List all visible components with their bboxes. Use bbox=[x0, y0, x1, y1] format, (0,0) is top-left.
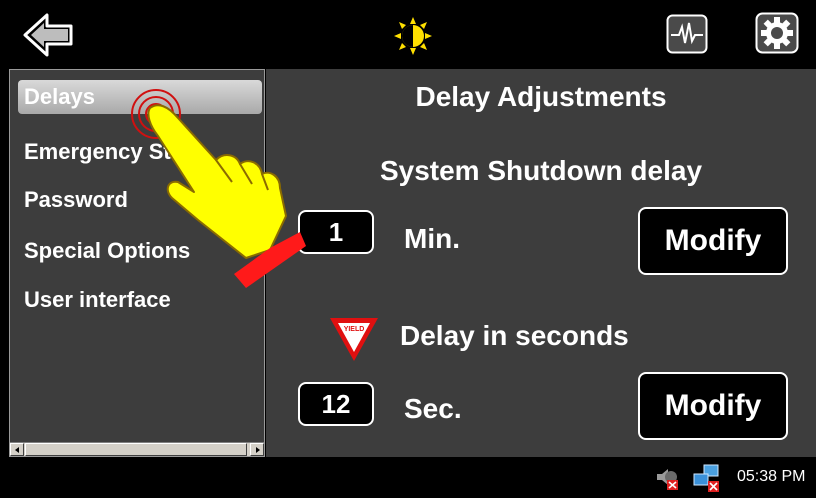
seconds-value-field: 12 bbox=[298, 382, 374, 426]
pointing-hand-icon bbox=[128, 80, 308, 305]
top-toolbar bbox=[0, 0, 816, 68]
page-title: Delay Adjustments bbox=[415, 81, 667, 112]
main-panel: Delay Adjustments System Shutdown delay … bbox=[266, 69, 816, 457]
scroll-thumb[interactable] bbox=[25, 443, 247, 456]
seconds-unit-label: Sec. bbox=[404, 393, 462, 424]
back-arrow-icon bbox=[23, 13, 73, 57]
horizontal-scrollbar[interactable] bbox=[10, 442, 264, 456]
modify-minutes-button[interactable]: Modify bbox=[638, 207, 788, 275]
network-disconnected-icon[interactable] bbox=[692, 463, 722, 493]
seconds-delay-label: Delay in seconds bbox=[400, 320, 629, 351]
gear-icon bbox=[755, 12, 799, 54]
yield-sign-text: YIELD bbox=[344, 326, 365, 333]
waveform-button[interactable] bbox=[666, 14, 708, 54]
taskbar: 05:38 PM bbox=[0, 458, 816, 498]
yield-sign-icon: YIELD bbox=[328, 315, 380, 363]
app-window: Delays Emergency Start Password Special … bbox=[0, 0, 816, 498]
volume-muted-icon[interactable] bbox=[654, 465, 680, 491]
waveform-icon bbox=[666, 14, 708, 54]
chevron-left-icon bbox=[15, 447, 19, 453]
sidebar-item-label: Password bbox=[24, 187, 128, 212]
settings-button[interactable] bbox=[755, 12, 799, 54]
modify-seconds-button[interactable]: Modify bbox=[638, 372, 788, 440]
shutdown-delay-label: System Shutdown delay bbox=[379, 155, 703, 186]
minutes-value-field: 1 bbox=[298, 210, 374, 254]
sidebar-item-label: Delays bbox=[24, 84, 95, 109]
taskbar-clock: 05:38 PM bbox=[737, 468, 806, 485]
scroll-left-button[interactable] bbox=[10, 443, 24, 456]
scroll-right-button[interactable] bbox=[250, 443, 264, 456]
back-button[interactable] bbox=[22, 12, 74, 58]
brightness-icon[interactable] bbox=[393, 16, 433, 56]
chevron-right-icon bbox=[256, 447, 260, 453]
minutes-unit-label: Min. bbox=[404, 223, 460, 254]
